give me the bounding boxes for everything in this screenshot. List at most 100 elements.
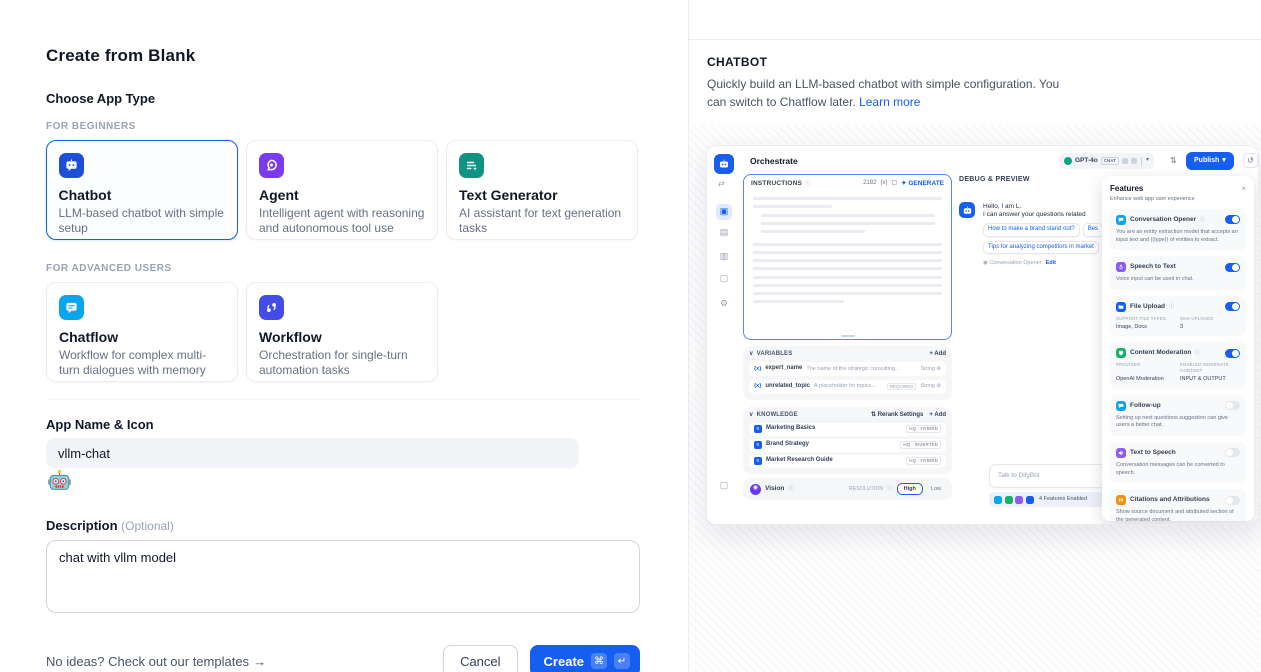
variables-label: VARIABLES bbox=[757, 351, 793, 359]
chatbot-icon bbox=[59, 153, 84, 178]
arrow-right-icon: → bbox=[253, 654, 266, 669]
app-type-card-workflow[interactable]: Workflow Orchestration for single-turn a… bbox=[246, 282, 438, 382]
instructions-skeleton-text bbox=[744, 191, 951, 314]
generate-button: ✦ GENERATE bbox=[901, 180, 944, 188]
app-type-info-description: Quickly build an LLM-based chatbot with … bbox=[707, 75, 1079, 111]
app-icon-picker[interactable] bbox=[46, 468, 640, 500]
optional-label: (Optional) bbox=[121, 519, 174, 533]
feature-card-citations: Citations and Attributions Show source d… bbox=[1110, 489, 1246, 521]
card-title: Chatflow bbox=[59, 329, 225, 345]
rerank-settings-button: ⇅ Rerank Settings bbox=[871, 412, 923, 420]
app-type-card-agent[interactable]: Agent Intelligent agent with reasoning a… bbox=[246, 140, 438, 240]
feature-card-speech-to-text: Speech to Text Voice input can be used i… bbox=[1110, 256, 1246, 290]
description-textarea[interactable]: chat with vllm model bbox=[46, 540, 640, 613]
app-type-card-text-generator[interactable]: Text Generator AI assistant for text gen… bbox=[446, 140, 638, 240]
retrieval-tag: HQ · INVERTED bbox=[900, 441, 941, 449]
feature-card-conversation-opener: Conversation Openerⓘ You are an entity e… bbox=[1110, 209, 1246, 250]
instructions-label: INSTRUCTIONS bbox=[751, 180, 802, 188]
vision-capability-icon bbox=[1131, 158, 1137, 164]
collapse-panel-icon: ▢ bbox=[716, 478, 732, 494]
vision-row: ◉ Vision ⓘ RESOLUTION ⓘ High Low bbox=[743, 478, 952, 500]
create-app-modal: Create from Blank Choose App Type FOR BE… bbox=[0, 0, 1261, 672]
learn-more-link[interactable]: Learn more bbox=[859, 95, 920, 109]
edit-opener-link: Edit bbox=[1046, 260, 1056, 267]
feature-card-file-upload: File Uploadⓘ SUPPORT FILE TYPESMAX UPLOA… bbox=[1110, 296, 1246, 337]
features-subtitle: Enhance web app user experience bbox=[1110, 196, 1246, 203]
copy-icon: ▢ bbox=[891, 180, 897, 188]
app-type-info-heading: CHATBOT bbox=[707, 55, 1237, 69]
settings-gear-icon: ⚙ bbox=[716, 296, 732, 312]
vision-label: Vision bbox=[765, 485, 784, 493]
variables-chevron-icon: ∨ bbox=[749, 351, 754, 359]
follow-up-icon bbox=[1116, 401, 1126, 411]
enter-key-icon: ↵ bbox=[614, 653, 630, 669]
resolution-high-option: High bbox=[897, 483, 923, 496]
char-count: 2182 bbox=[863, 180, 876, 188]
section-divider bbox=[46, 399, 640, 400]
advanced-app-type-cards: Chatflow Workflow for complex multi-turn… bbox=[46, 282, 640, 382]
orchestrate-title: Orchestrate bbox=[750, 156, 798, 167]
knowledge-add-button: + Add bbox=[929, 412, 946, 420]
card-description: Intelligent agent with reasoning and aut… bbox=[259, 206, 425, 236]
model-name: GPT-4o bbox=[1075, 157, 1098, 165]
instructions-panel: INSTRUCTIONS ⓘ 2182 {x} ▢ ✦ GENERATE bbox=[743, 174, 952, 340]
features-title: Features bbox=[1110, 184, 1143, 194]
voice-icon bbox=[1122, 158, 1128, 164]
annotation-nav-icon: ▢ bbox=[716, 271, 732, 287]
variables-panel: ∨ VARIABLES + Add {x} expert_name The na… bbox=[743, 346, 952, 400]
variable-token-icon: {x} bbox=[880, 180, 887, 188]
variable-token-icon: {x} bbox=[754, 366, 761, 373]
required-badge: REQUIRED bbox=[887, 383, 917, 391]
templates-link[interactable]: No ideas? Check out our templates→ bbox=[46, 654, 266, 669]
info-icon: ⓘ bbox=[788, 486, 794, 493]
resolution-low-option: Low bbox=[927, 484, 945, 495]
vision-eye-icon: ◉ bbox=[750, 484, 761, 495]
card-description: Workflow for complex multi-turn dialogue… bbox=[59, 348, 225, 378]
quote-icon bbox=[1116, 495, 1126, 505]
switch-app-icon: ⇄ bbox=[718, 179, 725, 189]
variables-header: ∨ VARIABLES + Add bbox=[749, 351, 946, 359]
orchestrate-nav-icon: ▣ bbox=[716, 204, 732, 220]
cancel-button[interactable]: Cancel bbox=[443, 645, 517, 672]
model-bar-divider bbox=[1141, 157, 1142, 166]
app-type-card-chatflow[interactable]: Chatflow Workflow for complex multi-turn… bbox=[46, 282, 238, 382]
knowledge-row: ≡ Marketing Basics HQ · HYBRID bbox=[749, 423, 946, 436]
description-block: Description (Optional) chat with vllm mo… bbox=[46, 518, 640, 618]
retrieval-tag: HQ · HYBRID bbox=[906, 425, 941, 433]
knowledge-row: ≡ Brand Strategy HQ · INVERTED bbox=[749, 439, 946, 452]
resize-handle bbox=[841, 335, 855, 337]
model-provider-icon bbox=[1064, 157, 1072, 165]
bot-avatar bbox=[959, 202, 975, 218]
knowledge-header: ∨ KNOWLEDGE ⇅ Rerank Settings+ Add bbox=[749, 412, 946, 420]
info-icon: ⓘ bbox=[1169, 304, 1174, 310]
card-title: Workflow bbox=[259, 329, 425, 345]
app-type-card-chatbot[interactable]: Chatbot LLM-based chatbot with simple se… bbox=[46, 140, 238, 240]
description-label: Description (Optional) bbox=[46, 518, 640, 533]
variable-token-icon: {x} bbox=[754, 383, 761, 390]
info-icon: ⓘ bbox=[887, 486, 893, 493]
preview-nav-icon: ▤ bbox=[716, 225, 732, 241]
feature-card-text-to-speech: Text to Speech Conversation messages can… bbox=[1110, 442, 1246, 483]
preview-panel: CHATBOT Quickly build an LLM-based chatb… bbox=[688, 0, 1261, 672]
create-button[interactable]: Create ⌘ ↵ bbox=[530, 645, 640, 672]
card-title: Agent bbox=[259, 187, 425, 203]
feature-card-follow-up: Follow-up Setting up next questions sugg… bbox=[1110, 395, 1246, 436]
agent-icon bbox=[259, 153, 284, 178]
create-from-blank-panel: Create from Blank Choose App Type FOR BE… bbox=[0, 0, 688, 672]
model-mode-badge: CHAT bbox=[1101, 157, 1119, 165]
speaker-icon bbox=[1116, 448, 1126, 458]
preview-app-icon bbox=[714, 154, 734, 174]
features-enabled-count: 4 Features Enabled bbox=[1039, 496, 1087, 503]
app-name-input[interactable] bbox=[46, 438, 579, 468]
upload-mini-icon bbox=[1026, 496, 1034, 504]
speech-mini-icon bbox=[1015, 496, 1023, 504]
toggle-on bbox=[1225, 302, 1240, 311]
publish-button: Publish ▾ bbox=[1186, 152, 1234, 170]
toggle-off bbox=[1225, 401, 1240, 410]
instructions-tools: 2182 {x} ▢ ✦ GENERATE bbox=[863, 180, 944, 188]
conversation-opener-icon bbox=[1116, 215, 1126, 225]
knowledge-chevron-icon: ∨ bbox=[749, 412, 754, 420]
toggle-on bbox=[1225, 349, 1240, 358]
preview-top-strip bbox=[689, 0, 1261, 40]
resolution-label: RESOLUTION bbox=[849, 486, 883, 492]
